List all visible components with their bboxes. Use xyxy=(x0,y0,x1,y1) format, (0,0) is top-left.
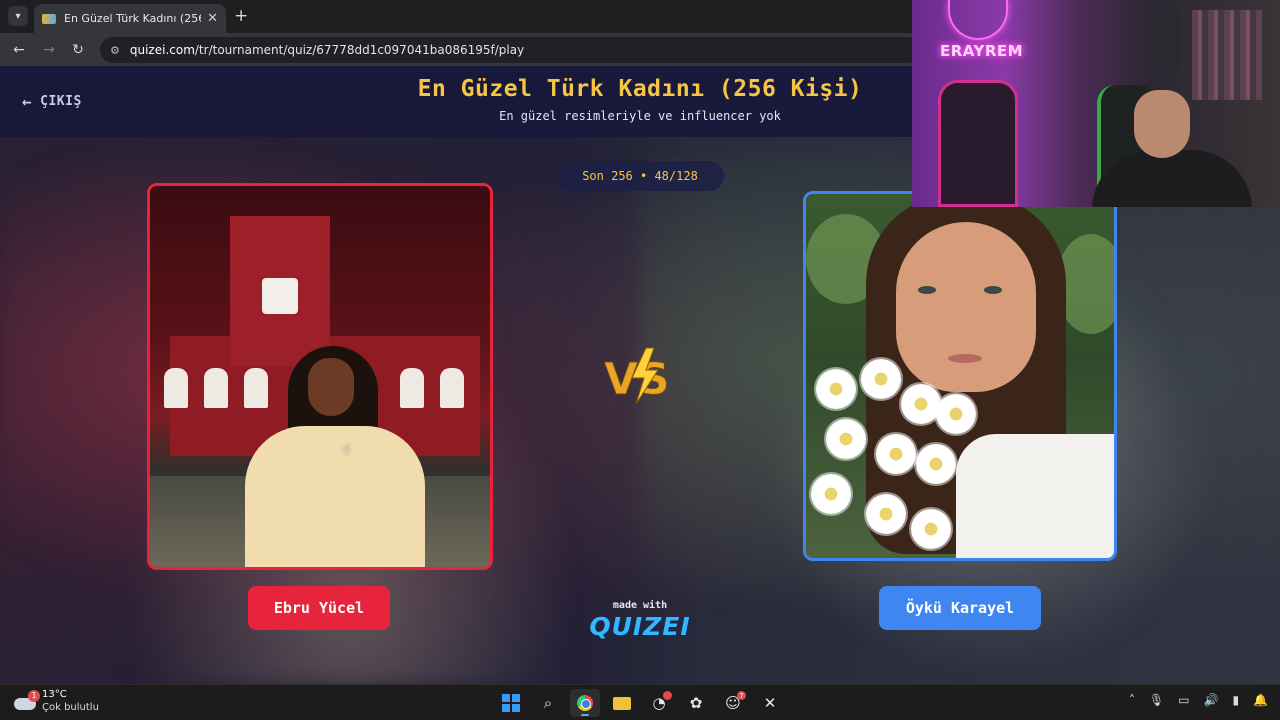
arrow-left-icon: ← xyxy=(22,92,33,111)
photo-flower xyxy=(936,394,976,434)
quiz-subtitle: En güzel resimleriyle ve influencer yok xyxy=(499,109,781,123)
contestant-photo-left[interactable]: ☝ xyxy=(150,186,490,567)
chatgpt-icon[interactable]: ✿ xyxy=(681,689,711,717)
url-host: quizei.com xyxy=(129,43,195,57)
reload-button[interactable]: ↻ xyxy=(67,39,89,61)
folder-shape xyxy=(613,696,631,710)
browser-tab[interactable]: En Güzel Türk Kadını (256 Kişi) ✕ xyxy=(34,4,226,33)
photo-clock xyxy=(262,278,298,314)
contestant-card-right[interactable] xyxy=(803,191,1117,561)
taskbar-apps: ⌕ ◔ ✿ ☺ 7 ✕ xyxy=(496,689,792,717)
versus-icon: VS xyxy=(604,347,670,406)
neon-logo-text: ERAYREM xyxy=(940,42,1024,60)
contestant-card-left[interactable]: ☝ xyxy=(147,183,493,570)
bell-icon[interactable]: 🔔 xyxy=(1253,693,1268,707)
battery-icon[interactable]: ▮ xyxy=(1232,693,1239,707)
photo-eye xyxy=(918,286,936,294)
search-icon[interactable]: ⌕ xyxy=(533,689,563,717)
back-button[interactable]: ← xyxy=(8,39,30,61)
cloud-icon: 1 xyxy=(14,689,40,710)
choose-right-button[interactable]: Öykü Karayel xyxy=(879,586,1041,630)
weather-text: 13°C Çok bulutlu xyxy=(42,689,99,714)
x-icon[interactable]: ✕ xyxy=(755,689,785,717)
made-with-label: made with xyxy=(612,600,668,611)
photo-window xyxy=(164,368,188,408)
photo-window xyxy=(440,368,464,408)
quizei-logo[interactable]: QUIZEI xyxy=(584,612,696,641)
tab-list-button[interactable]: ▾ xyxy=(8,6,28,26)
tab-title: En Güzel Türk Kadını (256 Kişi) xyxy=(64,12,201,25)
weather-widget[interactable]: 1 13°C Çok bulutlu xyxy=(14,689,99,714)
hand-cursor-icon: ☝ xyxy=(342,442,351,458)
webcam-streamer-head xyxy=(1134,90,1190,158)
round-indicator: Son 256 • 48/128 xyxy=(556,161,724,191)
chrome-icon[interactable] xyxy=(570,689,600,717)
address-bar[interactable]: ⚙ quizei.com/tr/tournament/quiz/67778dd1… xyxy=(100,37,920,63)
photo-window xyxy=(244,368,268,408)
windows-logo-icon xyxy=(502,694,520,712)
photo-face xyxy=(896,222,1036,392)
photo-sweater xyxy=(245,426,425,567)
taskbar: 1 13°C Çok bulutlu ⌕ ◔ ✿ ☺ 7 ✕ ˄ 🎙 ▭ 🔊 ▮ … xyxy=(0,684,1280,720)
choose-left-button[interactable]: Ebru Yücel xyxy=(248,586,390,630)
webcam-microphone xyxy=(1166,10,1180,70)
photo-flower xyxy=(901,384,941,424)
quiz-title: En Güzel Türk Kadını (256 Kişi) xyxy=(417,76,863,102)
weather-temperature: 13°C xyxy=(42,689,67,700)
close-tab-icon[interactable]: ✕ xyxy=(207,11,218,26)
discord-badge: 7 xyxy=(737,691,746,700)
exit-button[interactable]: ← ÇIKIŞ xyxy=(22,92,82,111)
tab-favicon-icon xyxy=(42,13,56,24)
url-path: /tr/tournament/quiz/67778dd1c097041ba086… xyxy=(194,43,525,57)
photo-flower xyxy=(811,474,851,514)
forward-button[interactable]: → xyxy=(38,39,60,61)
webcam-gaming-chair xyxy=(938,80,1018,207)
photo-flower xyxy=(816,369,856,409)
weather-badge: 1 xyxy=(28,689,40,702)
volume-icon[interactable]: 🔊 xyxy=(1203,693,1218,707)
weather-condition: Çok bulutlu xyxy=(42,702,99,713)
site-info-icon[interactable]: ⚙ xyxy=(110,44,120,57)
photo-flower xyxy=(866,494,906,534)
start-button[interactable] xyxy=(496,689,526,717)
photo-shirt xyxy=(956,434,1114,558)
discord-icon[interactable]: ☺ 7 xyxy=(718,689,748,717)
photo-flower xyxy=(911,509,951,549)
photo-window xyxy=(204,368,228,408)
app-icon[interactable]: ◔ xyxy=(644,689,674,717)
versus-text: VS xyxy=(604,354,670,405)
photo-flower xyxy=(916,444,956,484)
photo-face xyxy=(308,358,354,416)
photo-flower xyxy=(826,419,866,459)
exit-label: ÇIKIŞ xyxy=(40,94,82,109)
chevron-up-icon[interactable]: ˄ xyxy=(1129,693,1135,707)
system-tray: ˄ 🎙 ▭ 🔊 ▮ 🔔 xyxy=(1115,693,1268,707)
photo-window xyxy=(400,368,424,408)
photo-eye xyxy=(984,286,1002,294)
webcam-bookshelf xyxy=(1192,10,1262,100)
display-icon[interactable]: ▭ xyxy=(1178,693,1189,707)
webcam-overlay: ERAYREM xyxy=(912,0,1280,207)
chrome-logo xyxy=(577,695,593,711)
notification-dot xyxy=(663,691,672,700)
photo-flower xyxy=(861,359,901,399)
photo-lips xyxy=(948,354,982,363)
photo-flower xyxy=(876,434,916,474)
new-tab-button[interactable]: + xyxy=(234,6,248,26)
neon-cat-logo-icon xyxy=(948,0,1008,40)
microphone-icon[interactable]: 🎙 xyxy=(1149,693,1164,707)
url-text: quizei.com/tr/tournament/quiz/67778dd1c0… xyxy=(130,43,524,57)
contestant-photo-right[interactable] xyxy=(806,194,1114,558)
file-explorer-icon[interactable] xyxy=(607,689,637,717)
